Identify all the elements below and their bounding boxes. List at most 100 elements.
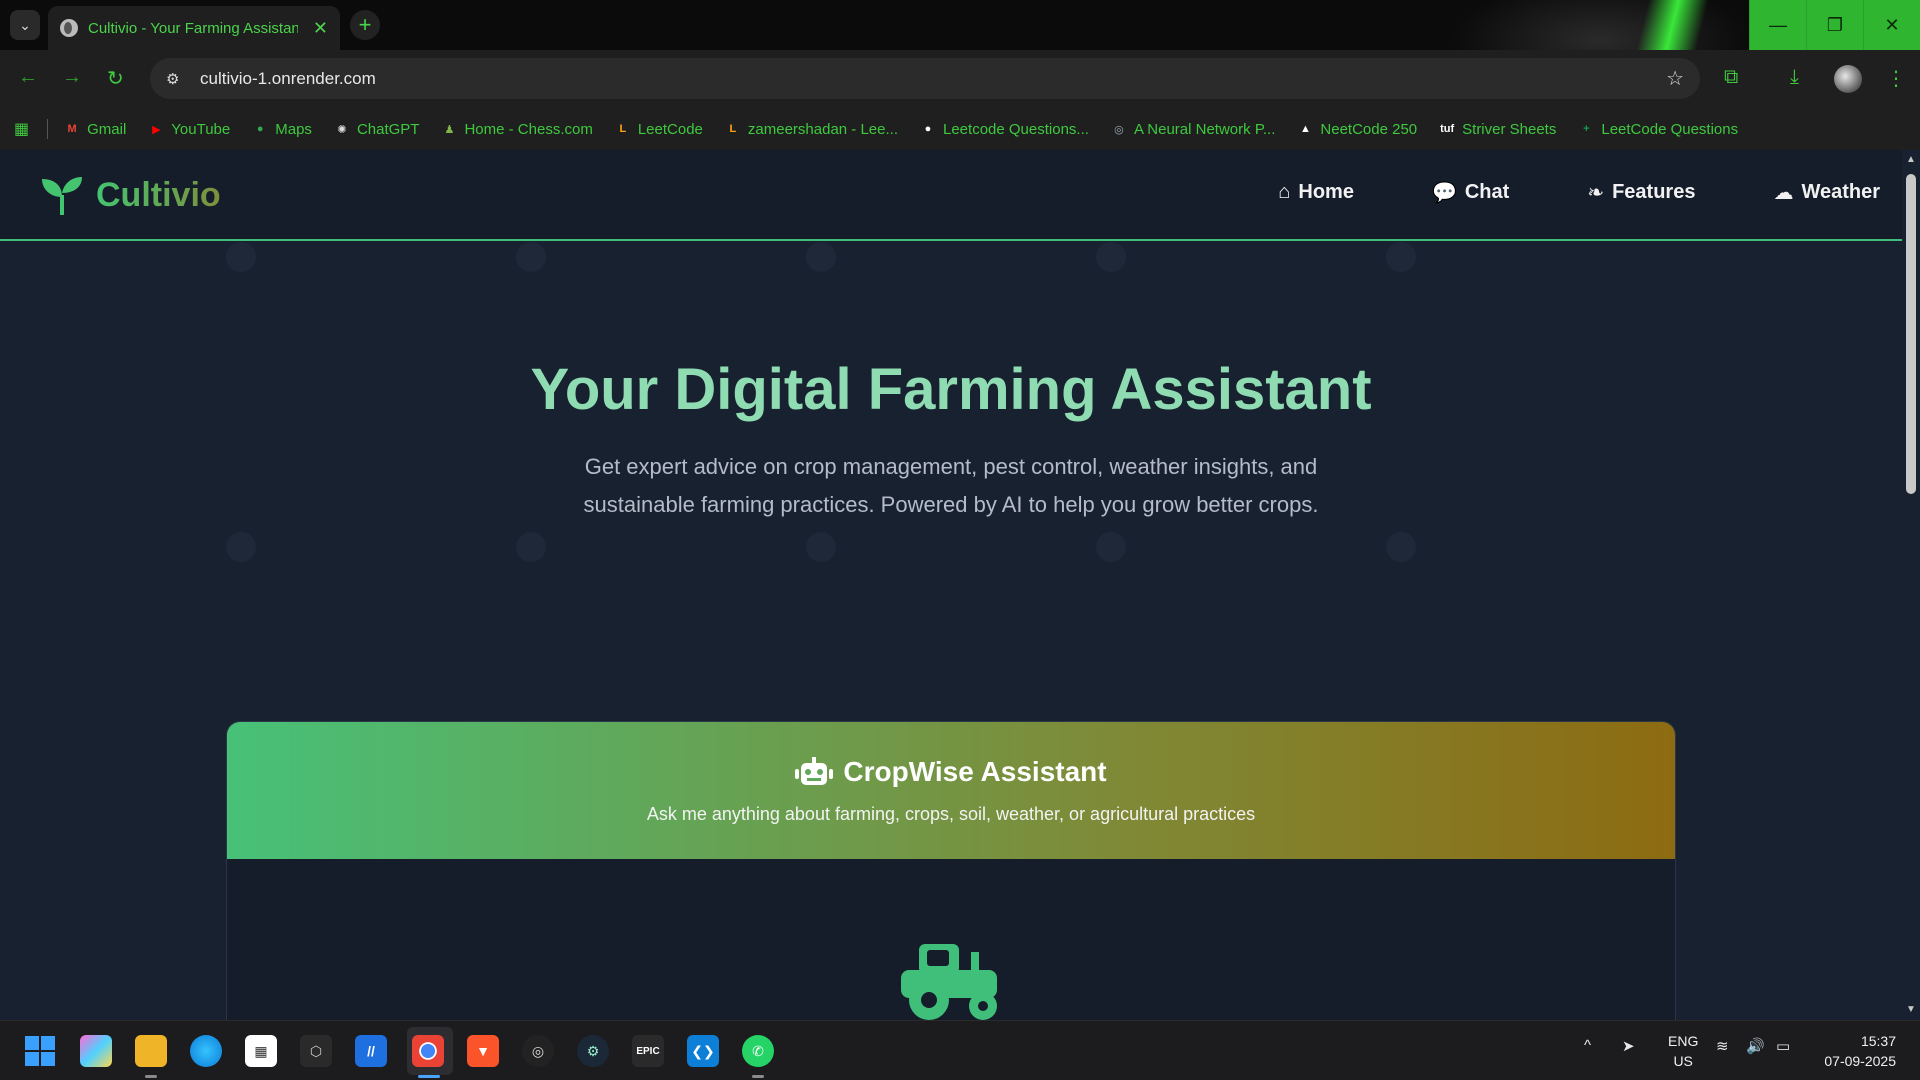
menu-kebab-icon[interactable]: ⋮ [1886, 66, 1906, 91]
bookmark-item[interactable]: tuf Striver Sheets [1439, 121, 1556, 138]
bookmark-label: zameershadan - Lee... [747, 120, 898, 138]
obs-icon[interactable]: ◎ [522, 1035, 554, 1067]
bookmark-icon: L [729, 123, 737, 135]
chat-title-row: CropWise Assistant [795, 756, 1107, 788]
download-icon[interactable]: ⤓ [1790, 66, 1799, 89]
windows-start-icon[interactable] [24, 1035, 56, 1067]
brave-icon[interactable]: ▼ [467, 1035, 499, 1067]
bookmark-item[interactable]: ♟ Home - Chess.com [441, 121, 593, 138]
page-viewport: Cultivio ⌂ Home 💬 Chat ❧ Features ☁ Weather … [0, 150, 1902, 1020]
scrollbar-thumb[interactable] [1906, 174, 1916, 494]
battery-icon[interactable]: ▭ [1776, 1037, 1790, 1055]
nav-chat[interactable]: 💬 Chat [1432, 180, 1509, 205]
store-icon[interactable]: ▦ [245, 1035, 277, 1067]
tab-title: Cultivio - Your Farming Assistant [88, 19, 298, 37]
unity-icon[interactable]: ⬡ [300, 1035, 332, 1067]
bookmarks-bar: ▦ M Gmail ▶ YouTube ● Maps ✺ ChatGPT ♟ Home - Che… [0, 108, 1920, 150]
bg-dot [1386, 532, 1416, 562]
nav-label: Weather [1801, 181, 1880, 203]
bg-dot [516, 242, 546, 272]
close-window-icon[interactable]: ✕ [1863, 0, 1920, 50]
volume-icon[interactable]: 🔊 [1746, 1037, 1765, 1055]
bookmark-star-icon[interactable]: ☆ [1666, 66, 1684, 91]
hero-subtitle: Get expert advice on crop management, pe… [583, 454, 1319, 517]
extensions-icon[interactable]: ⧉ [1724, 66, 1738, 89]
bookmark-label: A Neural Network P... [1133, 120, 1276, 138]
bg-dot [516, 532, 546, 562]
minimize-icon[interactable]: — [1749, 0, 1806, 50]
app-icon[interactable]: // [355, 1035, 387, 1067]
chat-subtitle: Ask me anything about farming, crops, so… [646, 804, 1256, 824]
tractor-icon [901, 944, 997, 1020]
lang-region: US [1673, 1053, 1693, 1069]
bookmark-item[interactable]: ● Leetcode Questions... [920, 121, 1089, 138]
whatsapp-icon[interactable]: ✆ [742, 1035, 774, 1067]
bookmark-item[interactable]: ▲ NeetCode 250 [1297, 121, 1417, 138]
bookmark-item[interactable]: + LeetCode Questions [1578, 121, 1738, 138]
bookmark-icon: ● [924, 123, 932, 135]
bookmark-label: Gmail [87, 120, 127, 138]
bookmark-label: LeetCode [637, 120, 703, 138]
steam-icon[interactable]: ⚙ [577, 1035, 609, 1067]
apps-grid-icon[interactable]: ▦ [14, 119, 29, 139]
bookmark-icon: ◎ [1114, 123, 1124, 136]
forward-arrow-icon[interactable]: → [62, 66, 82, 89]
bg-dot [806, 242, 836, 272]
site-logo[interactable]: Cultivio [40, 175, 221, 215]
bookmark-label: YouTube [171, 120, 231, 138]
bookmark-item[interactable]: ● Maps [252, 121, 312, 138]
main-nav: ⌂ Home 💬 Chat ❧ Features ☁ Weather [1278, 180, 1880, 205]
bookmark-label: ChatGPT [356, 120, 420, 138]
tab-search-icon[interactable]: ⌄ [10, 10, 40, 40]
chat-title: CropWise Assistant [843, 756, 1107, 787]
chrome-icon[interactable] [412, 1035, 444, 1067]
profile-avatar[interactable] [1834, 65, 1862, 93]
reload-icon[interactable]: ↻ [107, 66, 124, 91]
home-icon: ⌂ [1278, 181, 1291, 203]
bookmark-icon: ✺ [337, 123, 347, 136]
back-arrow-icon[interactable]: ← [18, 66, 38, 89]
bookmark-item[interactable]: L LeetCode [615, 120, 703, 138]
robot-icon [795, 757, 834, 785]
bookmark-label: Leetcode Questions... [943, 120, 1089, 138]
bookmark-icon: L [619, 123, 627, 135]
bookmark-label: NeetCode 250 [1320, 120, 1418, 138]
close-tab-icon[interactable]: ✕ [313, 18, 328, 39]
window-controls: — ❐ ✕ [1749, 0, 1920, 50]
nav-features[interactable]: ❧ Features [1587, 180, 1695, 205]
bookmark-item[interactable]: Lzameershadan - Lee... [725, 121, 898, 138]
bookmark-item[interactable]: M Gmail [64, 120, 127, 138]
tray-chevron-icon[interactable]: ^ [1584, 1037, 1591, 1054]
nav-home[interactable]: ⌂ Home [1278, 180, 1354, 205]
bookmark-list: M Gmail ▶ YouTube ● Maps ✺ ChatGPT ♟ Home - Chess… [64, 121, 1760, 138]
bookmark-item[interactable]: ▶ YouTube [148, 121, 230, 138]
chat-card: CropWise Assistant Ask me anything about… [226, 721, 1676, 1020]
copilot-icon[interactable] [80, 1035, 112, 1067]
restore-icon[interactable]: ❐ [1806, 0, 1863, 50]
vscode-icon[interactable]: ❮❯ [687, 1035, 719, 1067]
new-tab-button[interactable]: + [350, 10, 380, 40]
browser-tab-active[interactable]: Cultivio - Your Farming Assistant ✕ [48, 6, 340, 50]
nav-weather[interactable]: ☁ Weather [1773, 180, 1880, 205]
epic-games-icon[interactable]: EPIC [632, 1035, 664, 1067]
bookmark-item[interactable]: ◎ A Neural Network P... [1111, 121, 1275, 138]
bookmark-item[interactable]: ✺ ChatGPT [334, 120, 420, 138]
address-bar[interactable]: ⚙ cultivio-1.onrender.com ☆ [150, 58, 1700, 99]
bookmark-icon: tuf [1440, 123, 1455, 135]
file-explorer-icon[interactable] [135, 1035, 167, 1067]
language-indicator[interactable]: ENG US [1668, 1031, 1698, 1071]
system-clock[interactable]: 15:37 07-09-2025 [1824, 1031, 1896, 1071]
bookmark-icon: ▲ [1299, 123, 1311, 135]
edge-icon[interactable] [190, 1035, 222, 1067]
scroll-up-icon[interactable]: ▲ [1906, 154, 1916, 165]
nav-label: Features [1612, 181, 1696, 203]
page-scrollbar[interactable]: ▲ ▼ [1902, 150, 1920, 1020]
scroll-down-icon[interactable]: ▼ [1906, 1004, 1916, 1015]
bookmark-icon: + [1583, 123, 1590, 135]
wifi-icon[interactable]: ≋ [1716, 1037, 1729, 1055]
lang-code: ENG [1668, 1033, 1699, 1049]
site-info-icon[interactable]: ⚙ [166, 70, 190, 88]
location-icon[interactable]: ➤ [1622, 1037, 1635, 1055]
nav-label: Chat [1464, 181, 1510, 203]
running-indicator [752, 1075, 764, 1078]
